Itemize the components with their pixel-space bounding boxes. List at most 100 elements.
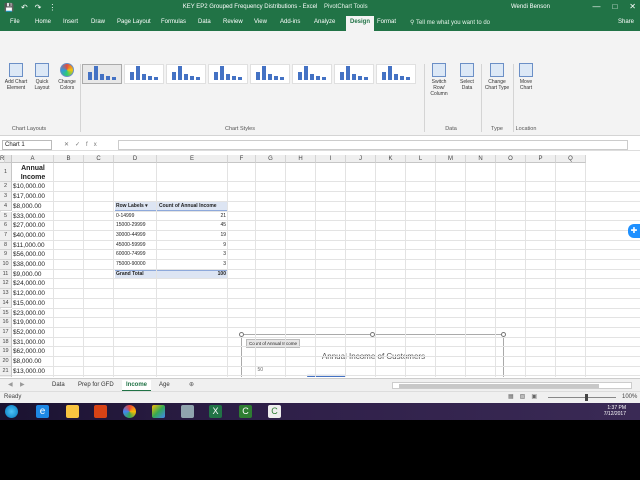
- tab-add-ins[interactable]: Add-ins: [280, 19, 300, 25]
- income-cell[interactable]: $15,000.00: [13, 299, 55, 308]
- column-header-g[interactable]: G: [256, 155, 286, 163]
- media-player-icon[interactable]: [94, 405, 107, 418]
- sheet-tab-prep-for-gfd[interactable]: Prep for GFD: [74, 380, 118, 390]
- sheet-tab-data[interactable]: Data: [48, 380, 69, 390]
- sheet-tab-age[interactable]: Age: [155, 380, 174, 390]
- chart-style-thumbnail[interactable]: [376, 64, 416, 84]
- tab-analyze[interactable]: Analyze: [314, 19, 335, 25]
- zoom-thumb[interactable]: [585, 394, 588, 401]
- tab-view[interactable]: View: [254, 19, 267, 25]
- side-flyout-icon[interactable]: ✚: [628, 224, 640, 238]
- row-header-22[interactable]: 22: [0, 376, 12, 377]
- tell-me-box[interactable]: ⚲ Tell me what you want to do: [410, 19, 490, 26]
- select-data-button[interactable]: Select Data: [456, 63, 478, 91]
- chart-style-thumbnail[interactable]: [208, 64, 248, 84]
- row-header-14[interactable]: 14: [0, 298, 12, 309]
- column-header-i[interactable]: I: [316, 155, 346, 163]
- income-cell[interactable]: $17,000.00: [13, 192, 55, 201]
- pivot-row-count[interactable]: 19: [157, 231, 226, 240]
- column-header-l[interactable]: L: [406, 155, 436, 163]
- row-header-4[interactable]: 4: [0, 201, 12, 212]
- column-header-f[interactable]: F: [228, 155, 256, 163]
- column-header-o[interactable]: O: [496, 155, 526, 163]
- row-header-17[interactable]: 17: [0, 327, 12, 338]
- column-header-r[interactable]: R: [0, 155, 6, 163]
- income-cell[interactable]: $38,000.00: [13, 260, 55, 269]
- row-header-15[interactable]: 15: [0, 308, 12, 319]
- tab-design[interactable]: Design: [346, 16, 375, 31]
- income-cell[interactable]: $11,000.00: [13, 241, 55, 250]
- column-header-d[interactable]: D: [114, 155, 157, 163]
- notepad-icon[interactable]: [181, 405, 194, 418]
- move-chart-button[interactable]: Move Chart: [515, 63, 537, 91]
- zoom-level[interactable]: 100%: [622, 394, 637, 400]
- quick-layout-button[interactable]: Quick Layout: [32, 63, 52, 91]
- minimize-icon[interactable]: —: [592, 2, 600, 11]
- worksheet-grid[interactable]: Row Labels ▾ Count of Annual Income 0-1499…: [0, 155, 640, 377]
- maximize-icon[interactable]: □: [612, 2, 617, 11]
- income-cell[interactable]: $27,000.00: [13, 221, 55, 230]
- chart-style-thumbnail[interactable]: [292, 64, 332, 84]
- income-cell[interactable]: $31,000.00: [13, 338, 55, 347]
- add-sheet-icon[interactable]: ⊕: [185, 380, 198, 390]
- formula-input[interactable]: [118, 140, 628, 150]
- tab-data[interactable]: Data: [198, 19, 211, 25]
- pivot-row-count[interactable]: 21: [157, 212, 226, 221]
- horizontal-scrollbar[interactable]: [392, 382, 632, 389]
- income-cell[interactable]: $23,000.00: [13, 309, 55, 318]
- pivot-row-label[interactable]: 60000-74999: [116, 250, 145, 259]
- income-cell[interactable]: $24,000.00: [13, 279, 55, 288]
- tab-page-layout[interactable]: Page Layout: [117, 19, 151, 25]
- tab-home[interactable]: Home: [35, 19, 51, 25]
- view-buttons[interactable]: ▦▧▣: [508, 393, 543, 400]
- column-header-p[interactable]: P: [526, 155, 556, 163]
- column-header-a[interactable]: A: [12, 155, 54, 163]
- pivot-row-count[interactable]: 45: [157, 221, 226, 230]
- chart-style-thumbnail[interactable]: [166, 64, 206, 84]
- row-header-12[interactable]: 12: [0, 279, 12, 290]
- income-cell[interactable]: $52,000.00: [13, 328, 55, 337]
- income-cell[interactable]: $10,000.00: [13, 182, 55, 191]
- row-header-19[interactable]: 19: [0, 347, 12, 357]
- tab-format[interactable]: Format: [377, 19, 396, 25]
- tab-file[interactable]: File: [10, 19, 20, 25]
- pivot-row-label[interactable]: 0-14999: [116, 212, 134, 221]
- user-name[interactable]: Wendi Benson: [511, 4, 550, 10]
- row-header-6[interactable]: 6: [0, 221, 12, 231]
- column-header-q[interactable]: Q: [556, 155, 586, 163]
- pivot-row-label[interactable]: 45000-59999: [116, 241, 145, 250]
- pivot-row-count[interactable]: 9: [157, 241, 226, 250]
- chart-style-thumbnail[interactable]: [124, 64, 164, 84]
- row-header-9[interactable]: 9: [0, 250, 12, 260]
- column-header-c[interactable]: C: [84, 155, 114, 163]
- scroll-left-icon[interactable]: ◀: [4, 380, 17, 390]
- pivot-row-labels-header[interactable]: Row Labels ▾: [116, 202, 148, 211]
- pivot-row-label[interactable]: 75000-90000: [116, 260, 145, 269]
- pivot-row-count[interactable]: 3: [157, 260, 226, 269]
- row-header-21[interactable]: 21: [0, 366, 12, 377]
- row-header-2[interactable]: 2: [0, 182, 12, 193]
- row-header-20[interactable]: 20: [0, 357, 12, 367]
- edge-browser-icon[interactable]: e: [36, 405, 49, 418]
- zoom-slider[interactable]: [548, 394, 616, 401]
- excel-taskbar-icon[interactable]: X: [209, 405, 222, 418]
- share-button[interactable]: Share: [618, 19, 634, 25]
- chart-style-thumbnail[interactable]: [334, 64, 374, 84]
- close-icon[interactable]: ✕: [629, 2, 636, 11]
- income-cell[interactable]: $8,000.00: [13, 202, 55, 211]
- chrome-icon[interactable]: [123, 405, 136, 418]
- income-cell[interactable]: $40,000.00: [13, 231, 55, 240]
- row-header-18[interactable]: 18: [0, 337, 12, 348]
- column-header-b[interactable]: B: [54, 155, 84, 163]
- file-explorer-icon[interactable]: [66, 405, 79, 418]
- tab-formulas[interactable]: Formulas: [161, 19, 186, 25]
- pivot-row-count[interactable]: 3: [157, 250, 226, 259]
- row-header-8[interactable]: 8: [0, 240, 12, 251]
- change-chart-type-button[interactable]: Change Chart Type: [483, 63, 511, 91]
- income-cell[interactable]: $33,000.00: [13, 212, 55, 221]
- row-header-1[interactable]: 1: [0, 163, 12, 183]
- row-header-11[interactable]: 11: [0, 269, 12, 280]
- system-clock[interactable]: 1:37 PM 7/12/2017: [604, 405, 626, 417]
- chart-style-thumbnail[interactable]: [250, 64, 290, 84]
- income-cell[interactable]: $9,000.00: [13, 270, 55, 279]
